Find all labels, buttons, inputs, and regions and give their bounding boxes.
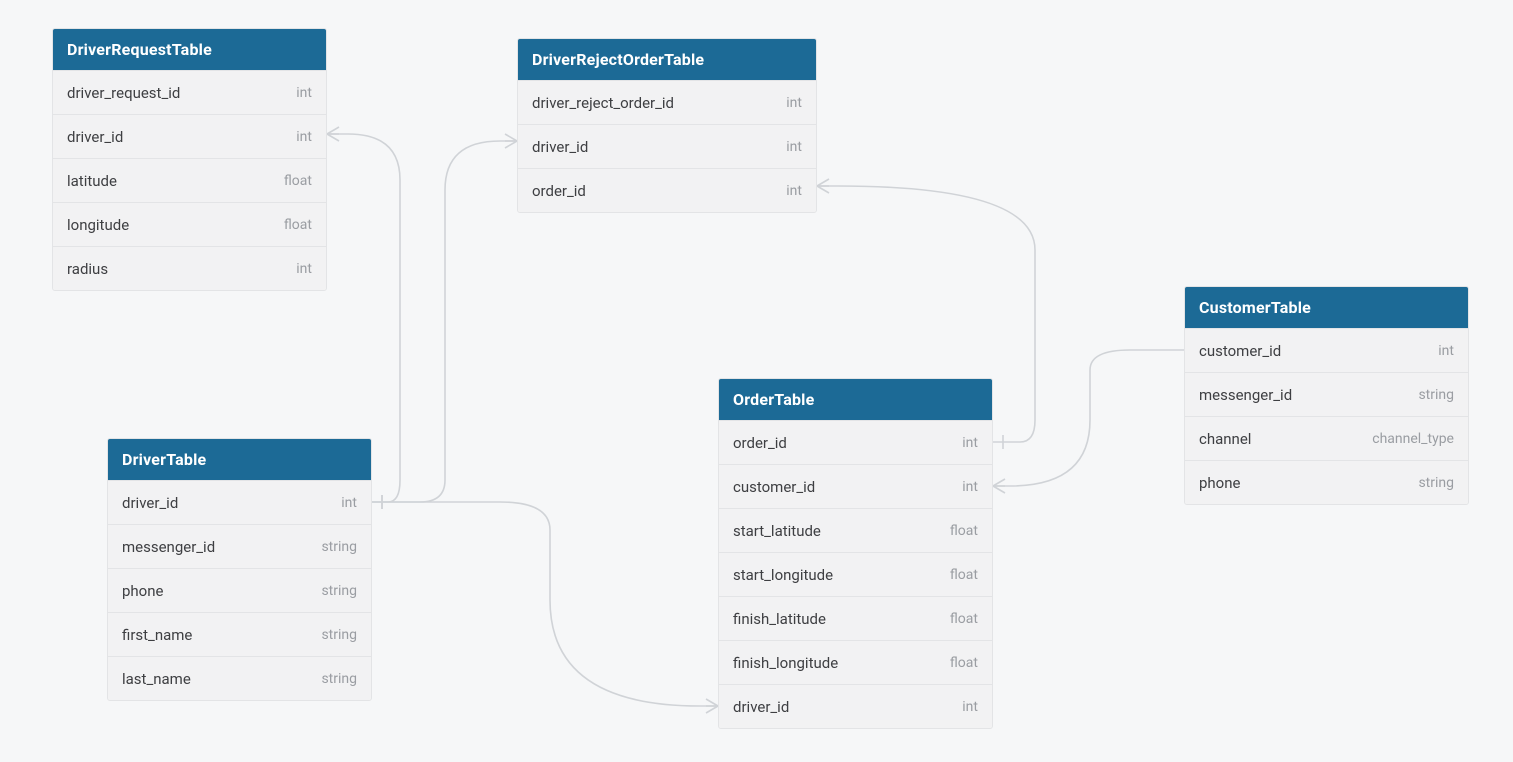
column-name: customer_id: [1199, 342, 1281, 360]
table-row[interactable]: driver_id int: [53, 114, 326, 158]
column-name: order_id: [733, 434, 787, 452]
table-row[interactable]: longitude float: [53, 202, 326, 246]
column-type: int: [296, 129, 312, 145]
table-row[interactable]: latitude float: [53, 158, 326, 202]
table-row[interactable]: phone string: [108, 568, 371, 612]
table-row[interactable]: first_name string: [108, 612, 371, 656]
column-name: start_latitude: [733, 522, 821, 540]
column-name: finish_latitude: [733, 610, 826, 628]
column-type: string: [321, 539, 357, 555]
relationship-connector: [372, 502, 718, 706]
column-type: float: [284, 217, 312, 233]
table-row[interactable]: customer_id int: [719, 464, 992, 508]
column-type: string: [1418, 387, 1454, 403]
table-row[interactable]: customer_id int: [1185, 328, 1468, 372]
table-row[interactable]: order_id int: [518, 168, 816, 212]
column-type: int: [786, 95, 802, 111]
column-name: driver_id: [67, 128, 123, 146]
column-name: driver_request_id: [67, 84, 180, 102]
column-type: int: [1438, 343, 1454, 359]
column-type: int: [786, 139, 802, 155]
column-name: order_id: [532, 182, 586, 200]
column-name: customer_id: [733, 478, 815, 496]
table-row[interactable]: start_longitude float: [719, 552, 992, 596]
table-row[interactable]: driver_request_id int: [53, 70, 326, 114]
column-type: float: [950, 655, 978, 671]
column-name: driver_reject_order_id: [532, 94, 674, 112]
column-type: int: [296, 85, 312, 101]
column-type: string: [321, 671, 357, 687]
table-header: DriverRequestTable: [53, 29, 326, 70]
column-name: driver_id: [532, 138, 588, 156]
table-row[interactable]: driver_id int: [108, 480, 371, 524]
table-row[interactable]: order_id int: [719, 420, 992, 464]
column-type: int: [962, 479, 978, 495]
column-name: last_name: [122, 670, 191, 688]
table-row[interactable]: finish_longitude float: [719, 640, 992, 684]
table-driver-request[interactable]: DriverRequestTable driver_request_idintd…: [52, 28, 327, 291]
relationship-connector: [993, 350, 1184, 486]
column-name: phone: [1199, 474, 1240, 492]
column-name: messenger_id: [1199, 386, 1292, 404]
table-driver[interactable]: DriverTable driver_idintmessenger_idstri…: [107, 438, 372, 701]
column-name: channel: [1199, 430, 1251, 448]
table-row[interactable]: messenger_id string: [1185, 372, 1468, 416]
table-row[interactable]: phone string: [1185, 460, 1468, 504]
column-type: channel_type: [1372, 431, 1454, 447]
column-name: finish_longitude: [733, 654, 838, 672]
column-name: first_name: [122, 626, 192, 644]
column-type: string: [321, 583, 357, 599]
table-row[interactable]: last_name string: [108, 656, 371, 700]
column-type: string: [1418, 475, 1454, 491]
relationship-connector: [372, 141, 517, 502]
column-name: phone: [122, 582, 163, 600]
table-customer[interactable]: CustomerTable customer_id int messenger_id…: [1184, 286, 1469, 505]
column-name: messenger_id: [122, 538, 215, 556]
column-type: float: [950, 611, 978, 627]
column-type: string: [321, 627, 357, 643]
column-name: latitude: [67, 172, 117, 190]
table-row[interactable]: driver_reject_order_id int: [518, 80, 816, 124]
table-header: OrderTable: [719, 379, 992, 420]
table-order[interactable]: OrderTable order_idintcustomer_idintstar…: [718, 378, 993, 729]
column-name: radius: [67, 260, 108, 278]
column-type: int: [296, 261, 312, 277]
column-type: int: [786, 183, 802, 199]
table-driver-reject-order[interactable]: DriverRejectOrderTable driver_reject_ord…: [517, 38, 817, 213]
table-row[interactable]: finish_latitude float: [719, 596, 992, 640]
table-row[interactable]: messenger_id string: [108, 524, 371, 568]
table-header: CustomerTable: [1185, 287, 1468, 328]
table-header: DriverRejectOrderTable: [518, 39, 816, 80]
column-type: int: [962, 435, 978, 451]
column-type: float: [284, 173, 312, 189]
table-row[interactable]: channel channel_type: [1185, 416, 1468, 460]
table-header: DriverTable: [108, 439, 371, 480]
table-row[interactable]: radius int: [53, 246, 326, 290]
erd-canvas: { "tables": { "driverRequest": { "title"…: [0, 0, 1513, 762]
column-type: float: [950, 523, 978, 539]
table-row[interactable]: driver_id int: [518, 124, 816, 168]
column-name: driver_id: [733, 698, 789, 716]
column-type: int: [341, 495, 357, 511]
column-name: driver_id: [122, 494, 178, 512]
column-name: start_longitude: [733, 566, 833, 584]
column-type: float: [950, 567, 978, 583]
table-row[interactable]: driver_id int: [719, 684, 992, 728]
column-type: int: [962, 699, 978, 715]
column-name: longitude: [67, 216, 129, 234]
table-row[interactable]: start_latitude float: [719, 508, 992, 552]
